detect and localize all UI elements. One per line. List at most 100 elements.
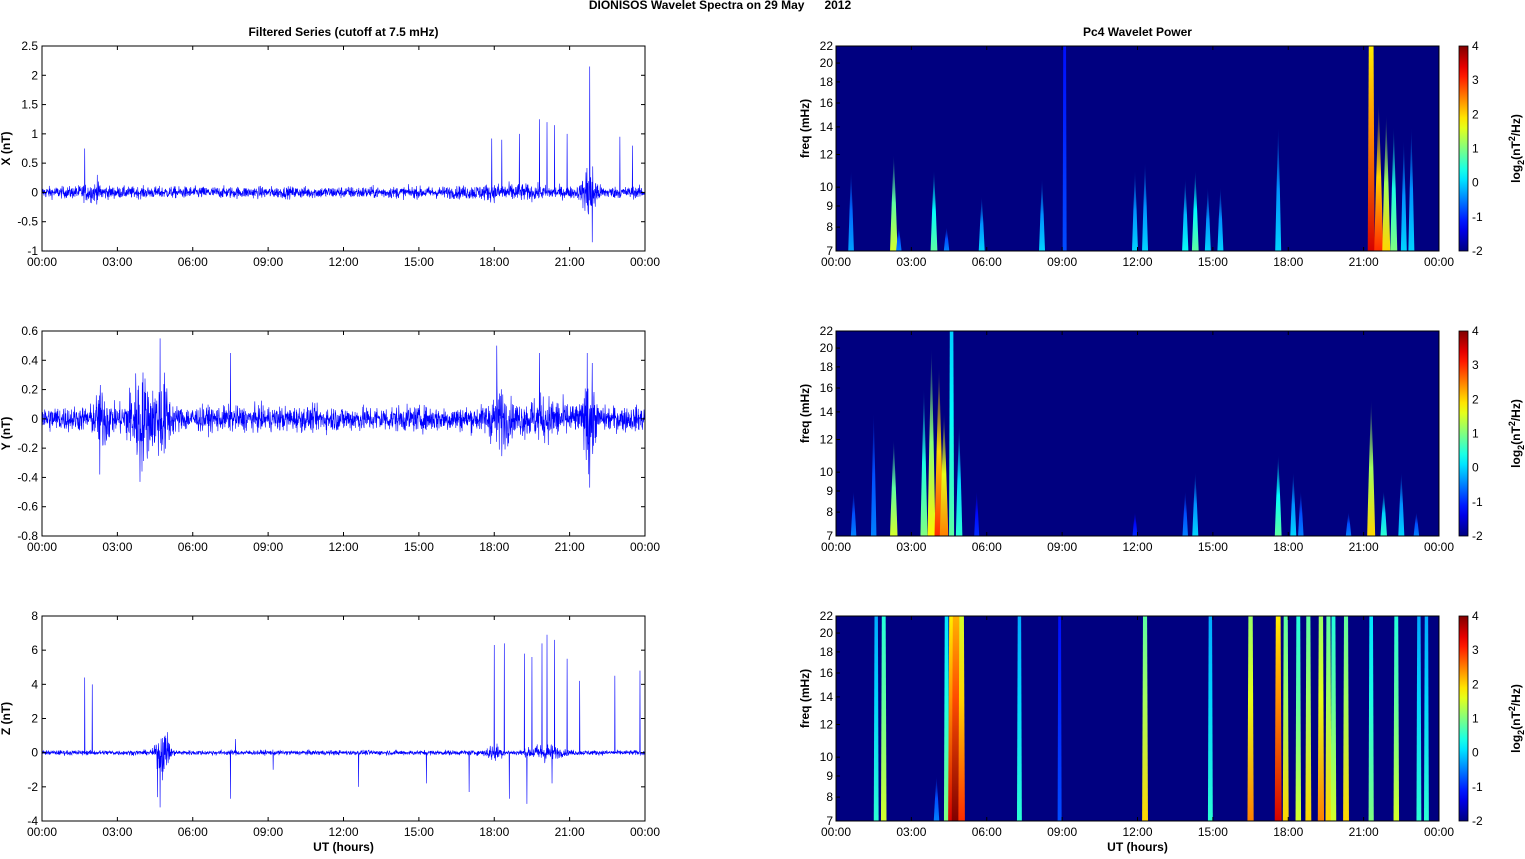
freq-tick-label: 18 — [820, 75, 834, 89]
ts-xtick-label: 18:00 — [479, 825, 509, 839]
power-burst — [873, 616, 879, 821]
ytick-label: 8 — [31, 609, 38, 623]
spec-xtick-label: 15:00 — [1198, 825, 1228, 839]
spec-xtick-label: 03:00 — [896, 825, 926, 839]
power-burst — [1062, 46, 1067, 251]
colorbar-tick-label: -2 — [1472, 244, 1483, 258]
freq-tick-label: 9 — [826, 769, 833, 783]
ts-xtick-label: 03:00 — [102, 255, 132, 269]
spectrogram-panel-1: 78910121416182022freq (mHz)00:00 03:00 06:… — [798, 25, 1525, 269]
timeseries-panel-x: -1-0.500.511.522.5X (nT)00:00 03:00 06:00 0… — [0, 25, 660, 269]
power-burst — [1247, 616, 1254, 821]
spectrogram-background — [836, 46, 1439, 251]
spec-xtick-label: 15:00 — [1198, 255, 1228, 269]
ytick-label: 2 — [31, 68, 38, 82]
freq-tick-label: 20 — [820, 341, 834, 355]
colorbar — [1458, 615, 1469, 822]
ts-xtick-label: 00:00 — [630, 825, 660, 839]
colorbar-tick-label: 1 — [1472, 712, 1479, 726]
colorbar-tick-label: 0 — [1472, 176, 1479, 190]
power-burst — [1367, 46, 1375, 251]
spec-xtick-label: 06:00 — [972, 255, 1002, 269]
spec-xlabel: UT (hours) — [1107, 840, 1168, 854]
freq-tick-label: 12 — [820, 433, 834, 447]
colorbar-tick-label: 3 — [1472, 73, 1479, 87]
freq-tick-label: 18 — [820, 360, 834, 374]
colorbar-tick-label: -2 — [1472, 814, 1483, 828]
spec-xtick-label: 21:00 — [1349, 255, 1379, 269]
ts-xtick-label: 03:00 — [102, 540, 132, 554]
freq-tick-label: 10 — [820, 750, 834, 764]
ts-xtick-label: 00:00 — [27, 825, 57, 839]
ytick-label: 0.6 — [21, 324, 38, 338]
ts-title: Filtered Series (cutoff at 7.5 mHz) — [248, 25, 438, 39]
ts-xlabel: UT (hours) — [313, 840, 374, 854]
colorbar-tick-label: -1 — [1472, 780, 1483, 794]
spec-xtick-label: 06:00 — [972, 825, 1002, 839]
spectrogram-panel-2: 78910121416182022freq (mHz)00:00 03:00 06:… — [798, 324, 1525, 554]
ts-xtick-label: 06:00 — [178, 255, 208, 269]
plot-area — [42, 331, 645, 536]
power-burst — [1325, 616, 1332, 821]
ytick-label: -0.4 — [17, 470, 38, 484]
spec-xtick-label: 00:00 — [821, 540, 851, 554]
ytick-label: 0.5 — [21, 156, 38, 170]
ytick-label: 0 — [31, 412, 38, 426]
spec-xtick-label: 03:00 — [896, 255, 926, 269]
spec-xtick-label: 12:00 — [1122, 540, 1152, 554]
colorbar-tick-label: 4 — [1472, 39, 1479, 53]
freq-tick-label: 8 — [826, 505, 833, 519]
ts-xtick-label: 15:00 — [404, 825, 434, 839]
spec-xtick-label: 12:00 — [1122, 255, 1152, 269]
ts-xtick-label: 12:00 — [328, 540, 358, 554]
ts-xtick-label: 15:00 — [404, 540, 434, 554]
freq-tick-label: 12 — [820, 148, 834, 162]
ytick-label: -0.2 — [17, 441, 38, 455]
ytick-label: 4 — [31, 677, 38, 691]
freq-ylabel: freq (mHz) — [798, 384, 812, 443]
freq-tick-label: 14 — [820, 120, 834, 134]
power-burst — [880, 616, 887, 821]
colorbar-tick-label: 1 — [1472, 142, 1479, 156]
ts-xtick-label: 18:00 — [479, 255, 509, 269]
spec-xtick-label: 12:00 — [1122, 825, 1152, 839]
ytick-label: 0.2 — [21, 383, 38, 397]
colorbar-tick-label: -1 — [1472, 210, 1483, 224]
spec-xtick-label: 09:00 — [1047, 540, 1077, 554]
wavelet-figure: DIONISOS Wavelet Spectra on 29 May 2012 … — [0, 0, 1525, 854]
spec-xtick-label: 00:00 — [821, 825, 851, 839]
colorbar-tick-label: 1 — [1472, 427, 1479, 441]
freq-ylabel: freq (mHz) — [798, 669, 812, 728]
freq-tick-label: 9 — [826, 484, 833, 498]
spec-xtick-label: 18:00 — [1273, 540, 1303, 554]
freq-ylabel: freq (mHz) — [798, 99, 812, 158]
ts-xtick-label: 21:00 — [555, 825, 585, 839]
ytick-label: -0.5 — [17, 215, 38, 229]
ts-xtick-label: 12:00 — [328, 825, 358, 839]
freq-tick-label: 16 — [820, 381, 834, 395]
power-burst — [1295, 616, 1302, 821]
ts-xtick-label: 06:00 — [178, 540, 208, 554]
freq-tick-label: 16 — [820, 666, 834, 680]
freq-tick-label: 14 — [820, 690, 834, 704]
colorbar-tick-label: 2 — [1472, 677, 1479, 691]
ts-xtick-label: 00:00 — [27, 540, 57, 554]
ytick-label: 1.5 — [21, 98, 38, 112]
colorbar-label: log2(nT2/Hz) — [1507, 684, 1525, 753]
colorbar-tick-label: 4 — [1472, 609, 1479, 623]
colorbar-tick-label: 3 — [1472, 643, 1479, 657]
freq-tick-label: 22 — [820, 39, 834, 53]
colorbar-tick-label: 4 — [1472, 324, 1479, 338]
spec-xtick-label: 21:00 — [1349, 540, 1379, 554]
ytick-label: 2 — [31, 712, 38, 726]
colorbar-tick-label: 2 — [1472, 392, 1479, 406]
colorbar-label: log2(nT2/Hz) — [1507, 114, 1525, 183]
power-burst — [1282, 616, 1289, 821]
freq-tick-label: 8 — [826, 220, 833, 234]
spec-xtick-label: 06:00 — [972, 540, 1002, 554]
freq-tick-label: 16 — [820, 96, 834, 110]
freq-tick-label: 9 — [826, 199, 833, 213]
colorbar-tick-label: -2 — [1472, 529, 1483, 543]
freq-tick-label: 22 — [820, 609, 834, 623]
spec-xtick-label: 03:00 — [896, 540, 926, 554]
